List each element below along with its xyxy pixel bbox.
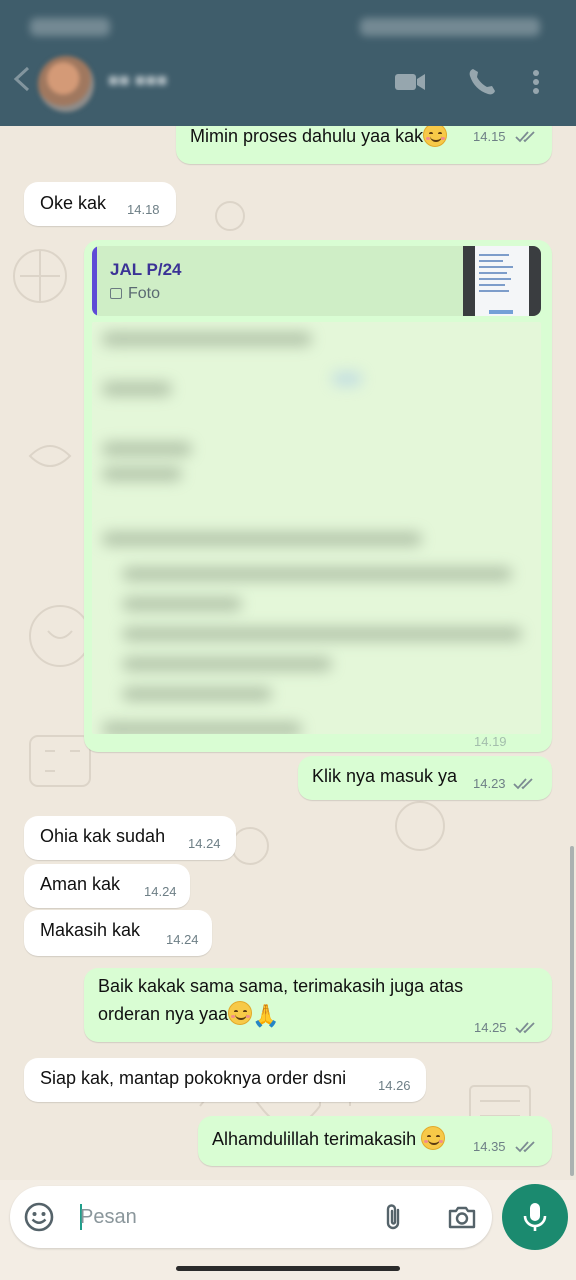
- status-bar: [0, 0, 576, 50]
- blurred-image-content[interactable]: [92, 322, 541, 734]
- message-outgoing[interactable]: Baik kakak sama sama, terimakasih juga a…: [84, 968, 552, 1042]
- message-outgoing[interactable]: Alhamdulillah terimakasih 14.35: [198, 1116, 552, 1166]
- chat-area[interactable]: Mimin proses dahulu yaa kak 14.15 Oke ka…: [0, 126, 576, 1180]
- folded-hands-emoji: 🙏: [252, 1003, 280, 1028]
- chat-scrollbar[interactable]: [570, 846, 574, 1176]
- read-receipt-icon: [515, 1022, 535, 1034]
- message-text: Alhamdulillah terimakasih: [212, 1129, 417, 1149]
- quote-accent-bar: [92, 246, 97, 316]
- quoted-type: Foto: [110, 285, 160, 303]
- home-indicator[interactable]: [176, 1266, 400, 1271]
- message-composer: [10, 1186, 492, 1248]
- message-text-line-1: Baik kakak sama sama, terimakasih juga a…: [98, 976, 464, 996]
- message-text: Siap kak, mantap pokoknya order dsni: [40, 1068, 347, 1088]
- quoted-thumbnail: [463, 246, 541, 316]
- message-time: 14.19: [474, 734, 507, 749]
- message-time: 14.15: [473, 129, 506, 144]
- quoted-sender: JAL P/24: [110, 260, 182, 279]
- message-time: 14.35: [473, 1139, 506, 1154]
- chat-header: ■■ ■■■: [0, 0, 576, 126]
- message-incoming[interactable]: Ohia kak sudah 14.24: [24, 816, 236, 860]
- message-text: Oke kak: [40, 193, 107, 213]
- quoted-type-label: Foto: [128, 285, 161, 302]
- message-text: Mimin proses dahulu yaa kak: [190, 126, 424, 146]
- camera-icon[interactable]: [446, 1201, 478, 1233]
- read-receipt-icon: [515, 1141, 535, 1153]
- message-text: Klik nya masuk ya: [312, 766, 458, 786]
- video-call-icon[interactable]: [392, 64, 428, 100]
- message-text-line-2: orderan nya yaa: [98, 1004, 229, 1024]
- message-time: 14.24: [166, 932, 199, 947]
- contact-avatar[interactable]: [38, 56, 94, 112]
- message-text: Aman kak: [40, 874, 121, 894]
- message-outgoing[interactable]: Klik nya masuk ya 14.23: [298, 756, 552, 800]
- message-time: 14.24: [144, 884, 177, 899]
- smiling-face-emoji: [423, 126, 448, 147]
- message-time: 14.23: [473, 776, 506, 791]
- message-input[interactable]: [80, 1202, 370, 1232]
- more-vert-icon[interactable]: [526, 64, 546, 100]
- message-time: 14.25: [474, 1020, 507, 1035]
- emoji-icon[interactable]: [23, 1201, 55, 1233]
- mic-icon: [523, 1203, 547, 1231]
- attach-icon[interactable]: [378, 1201, 410, 1233]
- photo-icon: [110, 288, 122, 299]
- message-incoming[interactable]: Oke kak 14.18: [24, 182, 176, 226]
- smiling-face-emoji: [228, 1001, 253, 1025]
- voice-call-icon[interactable]: [464, 64, 500, 100]
- read-receipt-icon: [513, 778, 533, 790]
- message-incoming[interactable]: Siap kak, mantap pokoknya order dsni 14.…: [24, 1058, 426, 1102]
- voice-record-button[interactable]: [502, 1184, 568, 1250]
- message-incoming[interactable]: Aman kak 14.24: [24, 864, 190, 908]
- message-outgoing-image[interactable]: JAL P/24 Foto 14.19: [84, 240, 552, 752]
- quoted-message[interactable]: JAL P/24 Foto: [92, 246, 541, 316]
- message-text: Makasih kak: [40, 920, 141, 940]
- message-time: 14.26: [378, 1078, 411, 1093]
- message-text: Ohia kak sudah: [40, 826, 166, 846]
- message-incoming[interactable]: Makasih kak 14.24: [24, 910, 212, 956]
- message-outgoing[interactable]: Mimin proses dahulu yaa kak 14.15: [176, 126, 552, 164]
- contact-name[interactable]: ■■ ■■■: [108, 70, 198, 92]
- back-button[interactable]: [10, 62, 36, 96]
- message-time: 14.18: [127, 202, 160, 217]
- smiling-face-emoji: [421, 1126, 446, 1150]
- read-receipt-icon: [515, 131, 535, 143]
- message-time: 14.24: [188, 836, 221, 851]
